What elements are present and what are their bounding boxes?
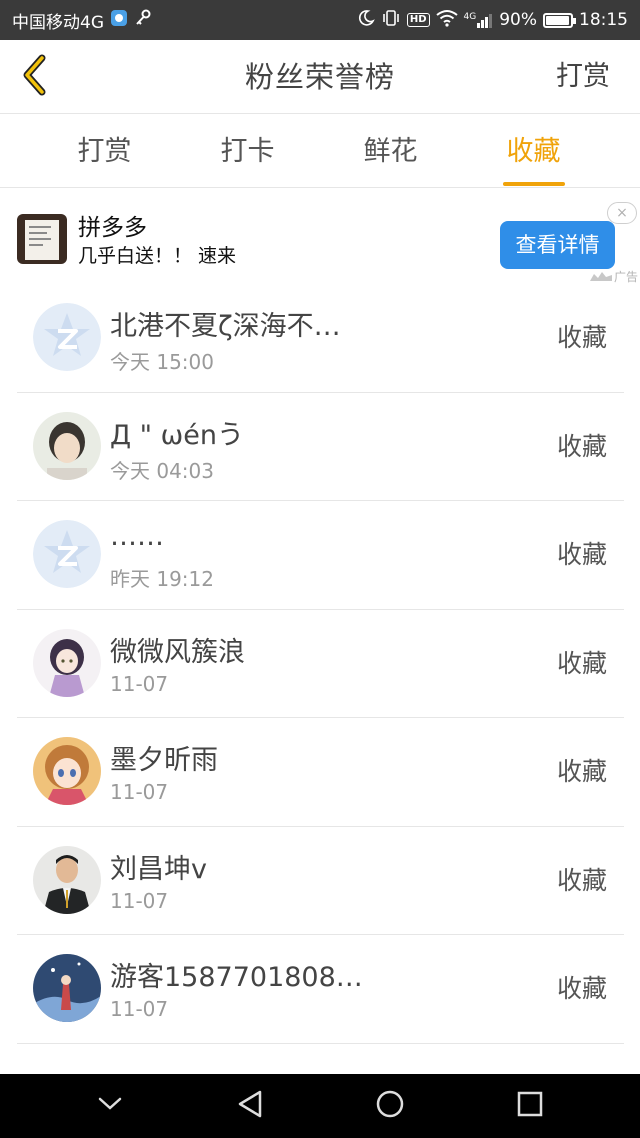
carrier-label: 中国移动4G xyxy=(12,12,104,33)
tab-checkin[interactable]: 打卡 xyxy=(176,114,319,188)
status-bar: 中国移动4G HD 4G 90% 18:15 xyxy=(0,0,640,40)
fan-list: 北港不夏ζ深海不… 今天 15:00 收藏 Д " ωénう 今天 04:03 … xyxy=(17,284,624,1044)
battery-percent: 90% xyxy=(499,10,537,30)
favorite-label: 收藏 xyxy=(556,323,607,352)
triangle-back-icon xyxy=(236,1089,264,1123)
fan-name: 游客1587701808… xyxy=(110,962,363,993)
square-recents-icon xyxy=(516,1090,544,1122)
fan-name: 北港不夏ζ深海不… xyxy=(110,311,341,342)
carrier-app-icon xyxy=(110,9,128,32)
system-nav-bar xyxy=(0,1074,640,1138)
favorite-label: 收藏 xyxy=(556,648,607,678)
chevron-down-icon xyxy=(97,1096,123,1116)
tab-underline xyxy=(502,182,565,186)
avatar xyxy=(33,520,101,588)
fan-time: 11-07 xyxy=(110,888,169,913)
ad-logo-line xyxy=(29,238,51,240)
fan-name: 刘昌坤v xyxy=(110,853,207,885)
fan-time: 今天 04:03 xyxy=(110,458,214,483)
fan-time: 11-07 xyxy=(110,997,169,1021)
photo-avatar-icon xyxy=(33,411,101,480)
avatar xyxy=(33,845,101,914)
clock: 18:15 xyxy=(579,10,628,30)
avatar xyxy=(33,628,101,697)
circle-home-icon xyxy=(375,1089,405,1123)
home-nav-button[interactable] xyxy=(360,1081,420,1131)
favorite-label: 收藏 xyxy=(556,974,607,1003)
anime-girl-avatar-icon xyxy=(33,737,101,805)
hd-icon: HD xyxy=(406,13,430,27)
fan-name: 墨夕昕雨 xyxy=(110,745,218,776)
list-item[interactable]: 刘昌坤v 11-07 收藏 xyxy=(17,827,624,935)
tab-label: 打赏 xyxy=(77,136,132,167)
list-item[interactable]: 游客1587701808… 11-07 收藏 xyxy=(17,935,624,1044)
reward-button[interactable]: 打赏 xyxy=(556,40,610,114)
ad-badge: 广告 xyxy=(589,268,638,285)
battery-icon xyxy=(543,12,576,28)
fan-time: 11-07 xyxy=(110,671,169,696)
ad-description: 几乎白送！！ 速来 xyxy=(78,245,237,267)
tab-label: 鲜花 xyxy=(363,136,418,167)
hide-keyboard-button[interactable] xyxy=(80,1081,140,1131)
list-item[interactable]: Д " ωénう 今天 04:03 收藏 xyxy=(17,393,624,501)
fan-time: 11-07 xyxy=(110,780,169,804)
favorite-label: 收藏 xyxy=(556,865,607,895)
default-avatar-icon xyxy=(33,303,101,371)
tab-flowers[interactable]: 鲜花 xyxy=(319,114,462,188)
ad-logo-line xyxy=(29,232,47,234)
fan-name: …… xyxy=(110,521,164,552)
scenery-avatar-icon xyxy=(33,954,101,1022)
avatar xyxy=(33,954,101,1022)
tab-label: 收藏 xyxy=(506,136,561,167)
anime-girl-avatar-icon xyxy=(33,628,101,697)
tab-label: 打卡 xyxy=(220,136,275,167)
fan-name: 微微风簇浪 xyxy=(110,636,245,668)
wifi-icon xyxy=(435,9,458,32)
tab-reward[interactable]: 打赏 xyxy=(33,114,176,188)
ad-badge-label: 广告 xyxy=(613,270,638,284)
tab-favorites[interactable]: 收藏 xyxy=(462,114,605,188)
list-item[interactable]: 墨夕昕雨 11-07 收藏 xyxy=(17,718,624,827)
ad-close-icon[interactable]: × xyxy=(607,202,637,224)
header: 粉丝荣誉榜 打赏 xyxy=(0,40,640,114)
avatar xyxy=(33,411,101,480)
favorite-label: 收藏 xyxy=(556,757,607,786)
ad-network-icon xyxy=(589,270,612,284)
fan-time: 昨天 19:12 xyxy=(110,567,214,591)
default-avatar-icon xyxy=(33,520,101,588)
signal-type-label: 4G xyxy=(463,12,477,22)
ad-logo xyxy=(17,214,67,264)
avatar xyxy=(33,737,101,805)
fan-time: 今天 15:00 xyxy=(110,350,214,374)
ad-logo-line xyxy=(29,226,51,228)
page-title: 粉丝荣誉榜 xyxy=(244,60,395,94)
favorite-label: 收藏 xyxy=(556,540,607,569)
fan-name: Д " ωénう xyxy=(110,419,245,451)
avatar xyxy=(33,303,101,371)
man-photo-avatar-icon xyxy=(33,845,101,914)
list-item[interactable]: …… 昨天 19:12 收藏 xyxy=(17,501,624,610)
list-item[interactable]: 北港不夏ζ深海不… 今天 15:00 收藏 xyxy=(17,284,624,393)
ad-title: 拼多多 xyxy=(78,215,147,241)
ad-banner[interactable]: 拼多多 几乎白送！！ 速来 查看详情 × 广告 xyxy=(0,188,640,288)
key-icon xyxy=(134,9,152,32)
recents-nav-button[interactable] xyxy=(500,1081,560,1131)
ad-logo-line xyxy=(29,244,43,246)
favorite-label: 收藏 xyxy=(556,431,607,461)
tab-bar: 打赏 打卡 鲜花 收藏 xyxy=(0,114,640,188)
back-nav-button[interactable] xyxy=(220,1081,280,1131)
ad-details-button[interactable]: 查看详情 xyxy=(500,221,615,269)
list-item[interactable]: 微微风簇浪 11-07 收藏 xyxy=(17,610,624,718)
signal-icon: 4G xyxy=(464,12,494,28)
moon-icon xyxy=(357,9,375,32)
vibrate-icon xyxy=(381,9,401,32)
